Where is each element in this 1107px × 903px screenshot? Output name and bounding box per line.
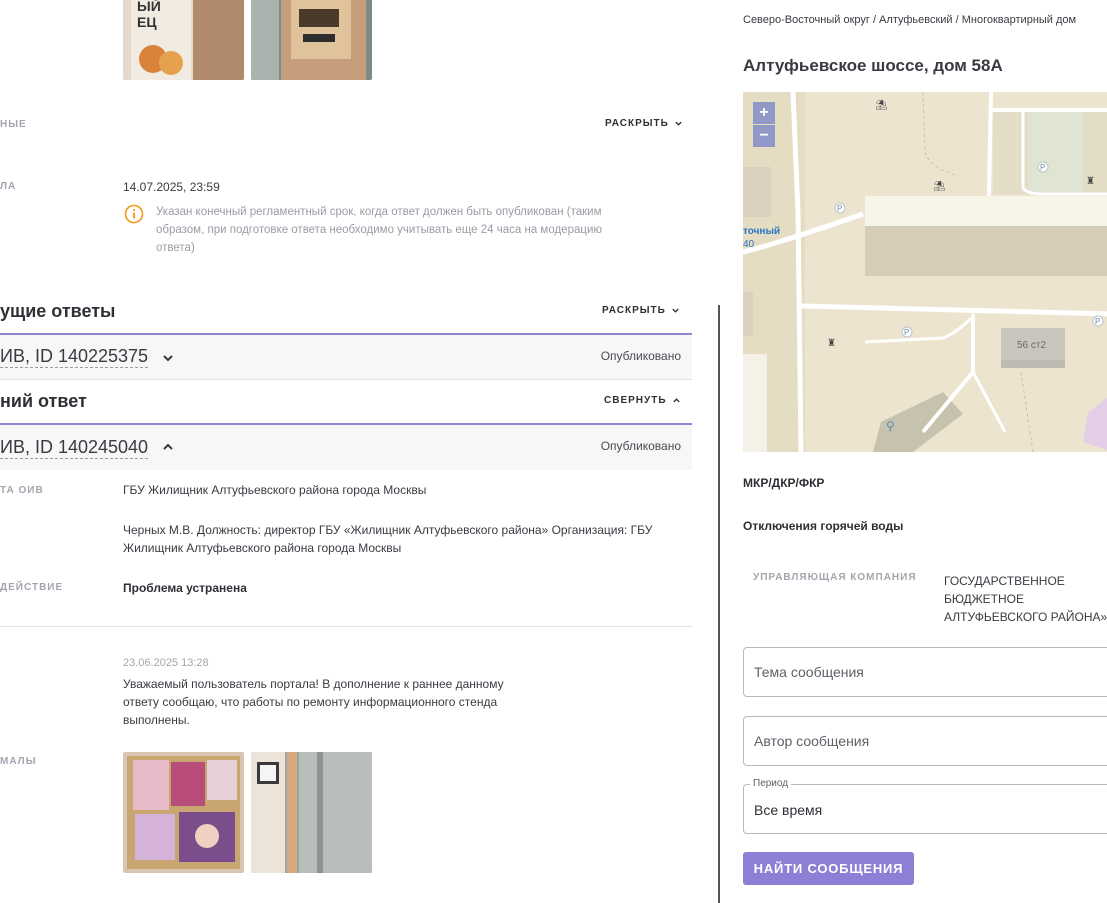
collapse-label: СВЕРНУТЬ xyxy=(604,395,667,406)
previous-answer-accordion[interactable]: ИВ, ID 140225375 Опубликовано xyxy=(0,333,692,380)
message-date: 23.06.2025 13:28 xyxy=(123,657,209,669)
chevron-down-icon[interactable] xyxy=(162,352,174,364)
message-text: Уважаемый пользователь портала! В дополн… xyxy=(123,677,504,727)
chevron-up-icon xyxy=(672,398,680,403)
expand-toggle[interactable]: РАСКРЫТЬ xyxy=(605,118,683,129)
breadcrumb[interactable]: Северо-Восточный округ / Алтуфьевский / … xyxy=(743,14,1076,26)
collapse-toggle[interactable]: СВЕРНУТЬ xyxy=(604,395,681,406)
zoom-out-button[interactable]: − xyxy=(753,125,775,147)
road-label: 40 xyxy=(743,239,755,250)
expand-previous-toggle[interactable]: РАСКРЫТЬ xyxy=(602,305,680,316)
field-label: НЫЕ xyxy=(0,119,27,130)
map[interactable]: P P P P точный 40 56 ст2 ⛱ ⛱ ♜ ♜ ⚲ + − xyxy=(743,92,1107,452)
field-label: ДЕЙСТВИЕ xyxy=(0,582,64,593)
topic-field[interactable] xyxy=(743,647,1107,697)
svg-text:♜: ♜ xyxy=(1086,176,1095,187)
answer-id-link[interactable]: ИВ, ID 140225375 xyxy=(0,345,149,368)
photo-image xyxy=(251,752,372,873)
parking-icon: P xyxy=(837,204,842,213)
last-answer-title: ний ответ xyxy=(0,391,87,411)
author-field[interactable] xyxy=(743,716,1107,766)
chevron-up-icon[interactable] xyxy=(162,441,174,453)
info-line-1: МКР/ДКР/ФКР xyxy=(743,476,825,490)
info-line-2: Отключения горячей воды xyxy=(743,519,904,533)
svg-text:♜: ♜ xyxy=(827,338,836,349)
field-label: ТА ОИВ xyxy=(0,485,44,496)
parking-icon: P xyxy=(904,328,909,337)
company-value: ГОСУДАРСТВЕННОЕ БЮДЖЕТНОЕ АЛТУФЬЕВСКОГО … xyxy=(944,574,1107,624)
photo-image xyxy=(123,752,244,873)
panel-splitter[interactable] xyxy=(718,305,720,903)
topic-input[interactable] xyxy=(744,648,1107,696)
author-input[interactable] xyxy=(744,717,1107,765)
signer-value: Черных М.В. Должность: директор ГБУ «Жил… xyxy=(123,523,653,555)
address-panel: Северо-Восточный округ / Алтуфьевский / … xyxy=(721,0,1107,903)
company-label: УПРАВЛЯЮЩАЯ КОМПАНИЯ xyxy=(753,572,917,583)
parking-icon: P xyxy=(1040,163,1045,172)
status-label: Опубликовано xyxy=(600,439,681,453)
photo-1[interactable]: ЫЙ ЕЦ xyxy=(123,0,244,80)
expand-label: РАСКРЫТЬ xyxy=(605,118,669,129)
chevron-down-icon xyxy=(672,308,679,313)
answer-panel: ЫЙ ЕЦ НЫЕ РАСКРЫТЬ ЛА 14.07.2025, 23:59 … xyxy=(0,0,692,903)
svg-text:⚲: ⚲ xyxy=(886,419,895,433)
last-answer-accordion[interactable]: ИВ, ID 140245040 Опубликовано xyxy=(0,423,692,470)
building-label: 56 ст2 xyxy=(1017,340,1046,351)
period-select[interactable]: Период Все время xyxy=(743,778,1107,834)
deadline-value: 14.07.2025, 23:59 xyxy=(123,180,220,194)
info-icon xyxy=(124,204,144,224)
period-value: Все время xyxy=(754,802,823,818)
org-value: ГБУ Жилищник Алтуфьевского района города… xyxy=(123,483,427,497)
photo-image: ЫЙ ЕЦ xyxy=(123,0,244,80)
svg-text:ЕЦ: ЕЦ xyxy=(137,14,157,30)
photo-4[interactable] xyxy=(251,752,372,873)
map-canvas[interactable]: P P P P точный 40 56 ст2 ⛱ ⛱ ♜ ♜ ⚲ xyxy=(743,92,1107,452)
action-value: Проблема устранена xyxy=(123,581,247,595)
expand-label: РАСКРЫТЬ xyxy=(602,305,666,316)
field-label: МАЛЫ xyxy=(0,756,37,767)
photo-2[interactable] xyxy=(251,0,372,80)
parking-icon: P xyxy=(1095,317,1100,326)
divider xyxy=(0,626,692,627)
zoom-in-button[interactable]: + xyxy=(753,102,775,124)
svg-text:ЫЙ: ЫЙ xyxy=(137,0,161,14)
previous-answers-title: ущие ответы xyxy=(0,301,116,321)
photo-3[interactable] xyxy=(123,752,244,873)
svg-text:⛱: ⛱ xyxy=(875,99,888,111)
photo-image xyxy=(251,0,372,80)
chevron-down-icon xyxy=(675,121,682,126)
svg-text:⛱: ⛱ xyxy=(933,180,946,192)
deadline-note: Указан конечный регламентный срок, когда… xyxy=(156,206,602,254)
period-legend: Период xyxy=(750,778,792,789)
search-messages-button[interactable]: НАЙТИ СООБЩЕНИЯ xyxy=(743,852,914,885)
status-label: Опубликовано xyxy=(600,349,681,363)
answer-id-link[interactable]: ИВ, ID 140245040 xyxy=(0,436,149,459)
field-label: ЛА xyxy=(0,181,17,192)
road-label: точный xyxy=(743,226,780,237)
page-title: Алтуфьевское шоссе, дом 58А xyxy=(743,56,1003,75)
